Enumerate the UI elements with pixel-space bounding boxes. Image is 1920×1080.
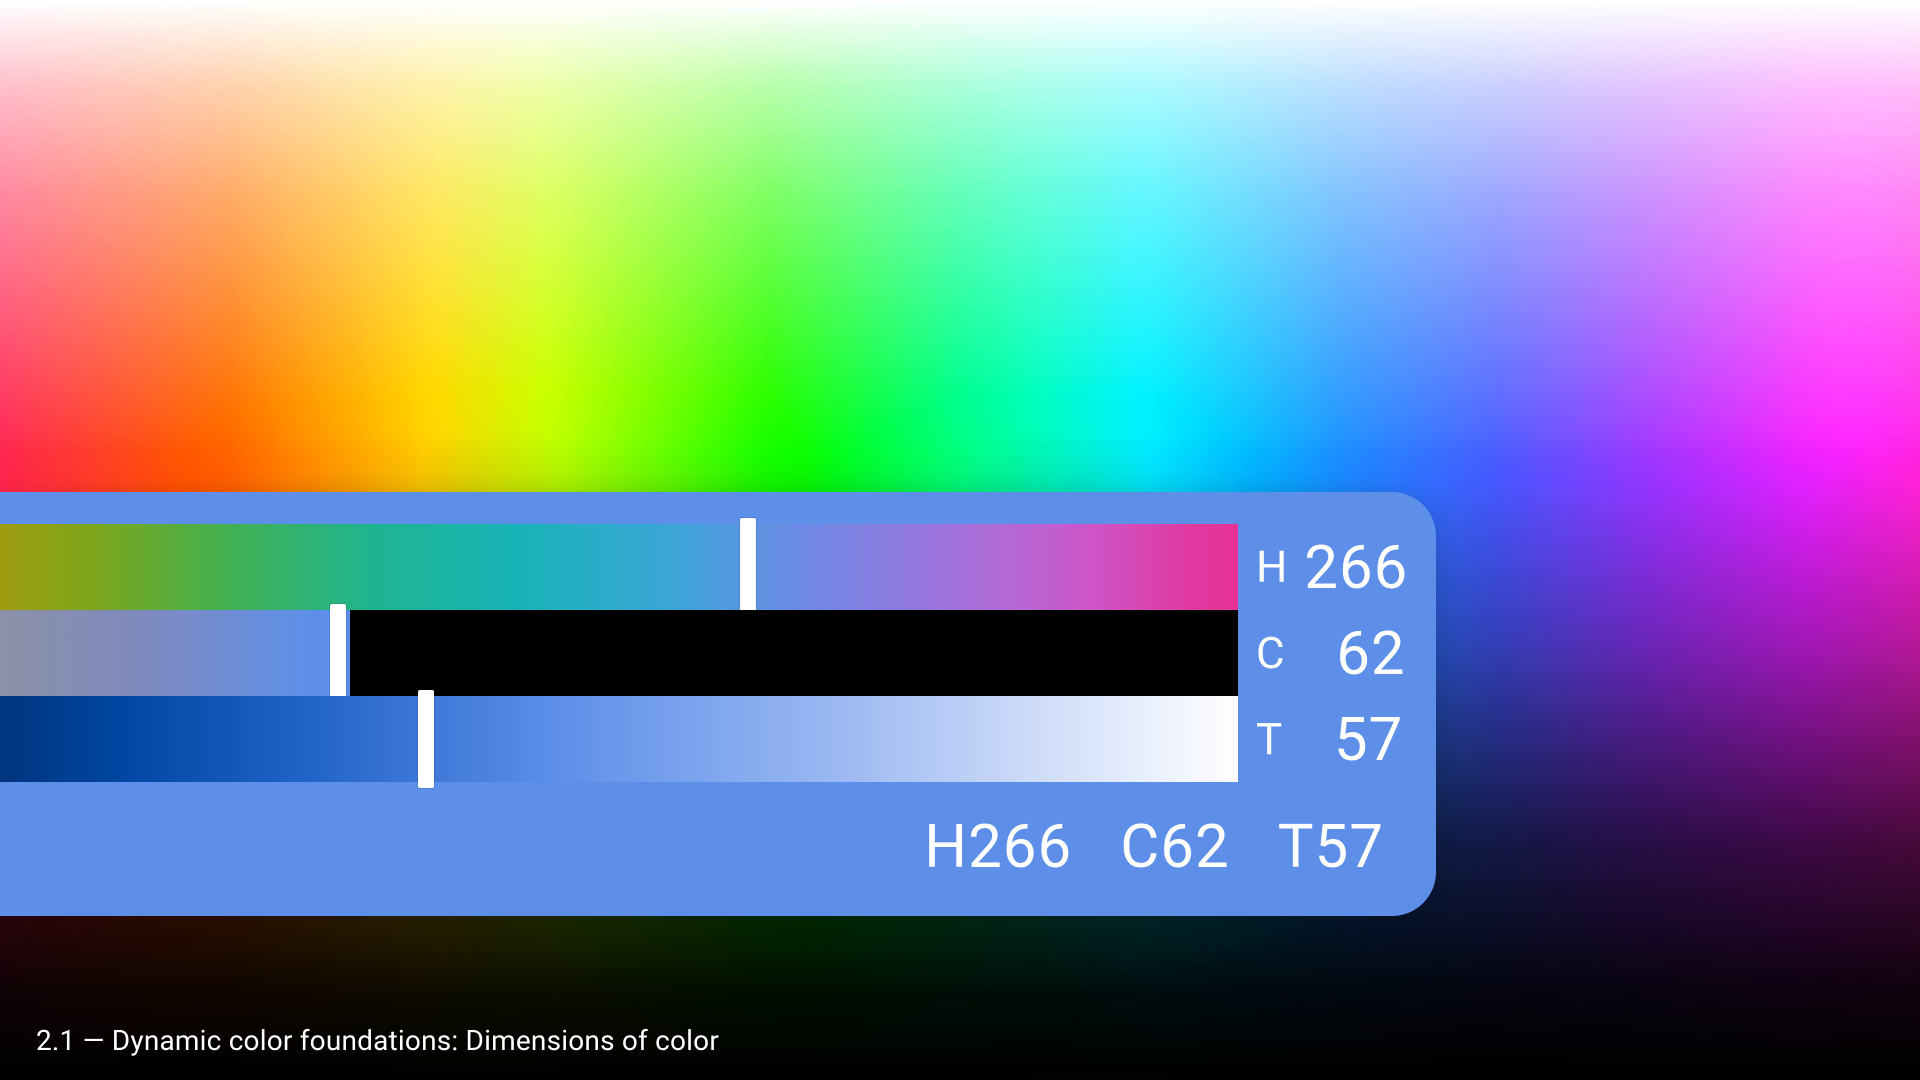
slide-caption: 2.1 — Dynamic color foundations: Dimensi…	[36, 1024, 719, 1057]
tone-slider-row: T 57	[0, 696, 1436, 782]
hue-slider-track[interactable]	[0, 524, 1238, 610]
hct-summary: H266 C62 T57	[924, 811, 1384, 882]
chroma-readout-value: 62	[1298, 618, 1406, 689]
hue-readout-label: H	[1256, 541, 1288, 593]
chroma-slider-thumb[interactable]	[330, 604, 346, 702]
tone-slider-track[interactable]	[0, 696, 1238, 782]
chroma-slider-row: C 62	[0, 610, 1436, 696]
chroma-readout-label: C	[1256, 627, 1286, 679]
summary-t: T57	[1278, 811, 1384, 882]
tone-readout-value: 57	[1295, 704, 1403, 775]
chroma-slider-track[interactable]	[0, 610, 1238, 696]
hue-slider-row: H 266	[0, 524, 1436, 610]
tone-slider-thumb[interactable]	[418, 690, 434, 788]
tone-readout: T 57	[1256, 704, 1403, 775]
summary-c: C62	[1120, 811, 1230, 882]
chroma-readout: C 62	[1256, 618, 1406, 689]
caption-bar: 2.1 — Dynamic color foundations: Dimensi…	[0, 1000, 1920, 1080]
hue-readout-value: 266	[1300, 532, 1408, 603]
hct-panel: H 266 C 62 T 57 H266 C62 T57	[0, 492, 1436, 916]
summary-h: H266	[924, 811, 1072, 882]
hue-readout: H 266	[1256, 532, 1408, 603]
tone-readout-label: T	[1256, 713, 1283, 765]
slider-stack: H 266 C 62 T 57	[0, 524, 1436, 782]
hue-slider-thumb[interactable]	[740, 518, 756, 616]
